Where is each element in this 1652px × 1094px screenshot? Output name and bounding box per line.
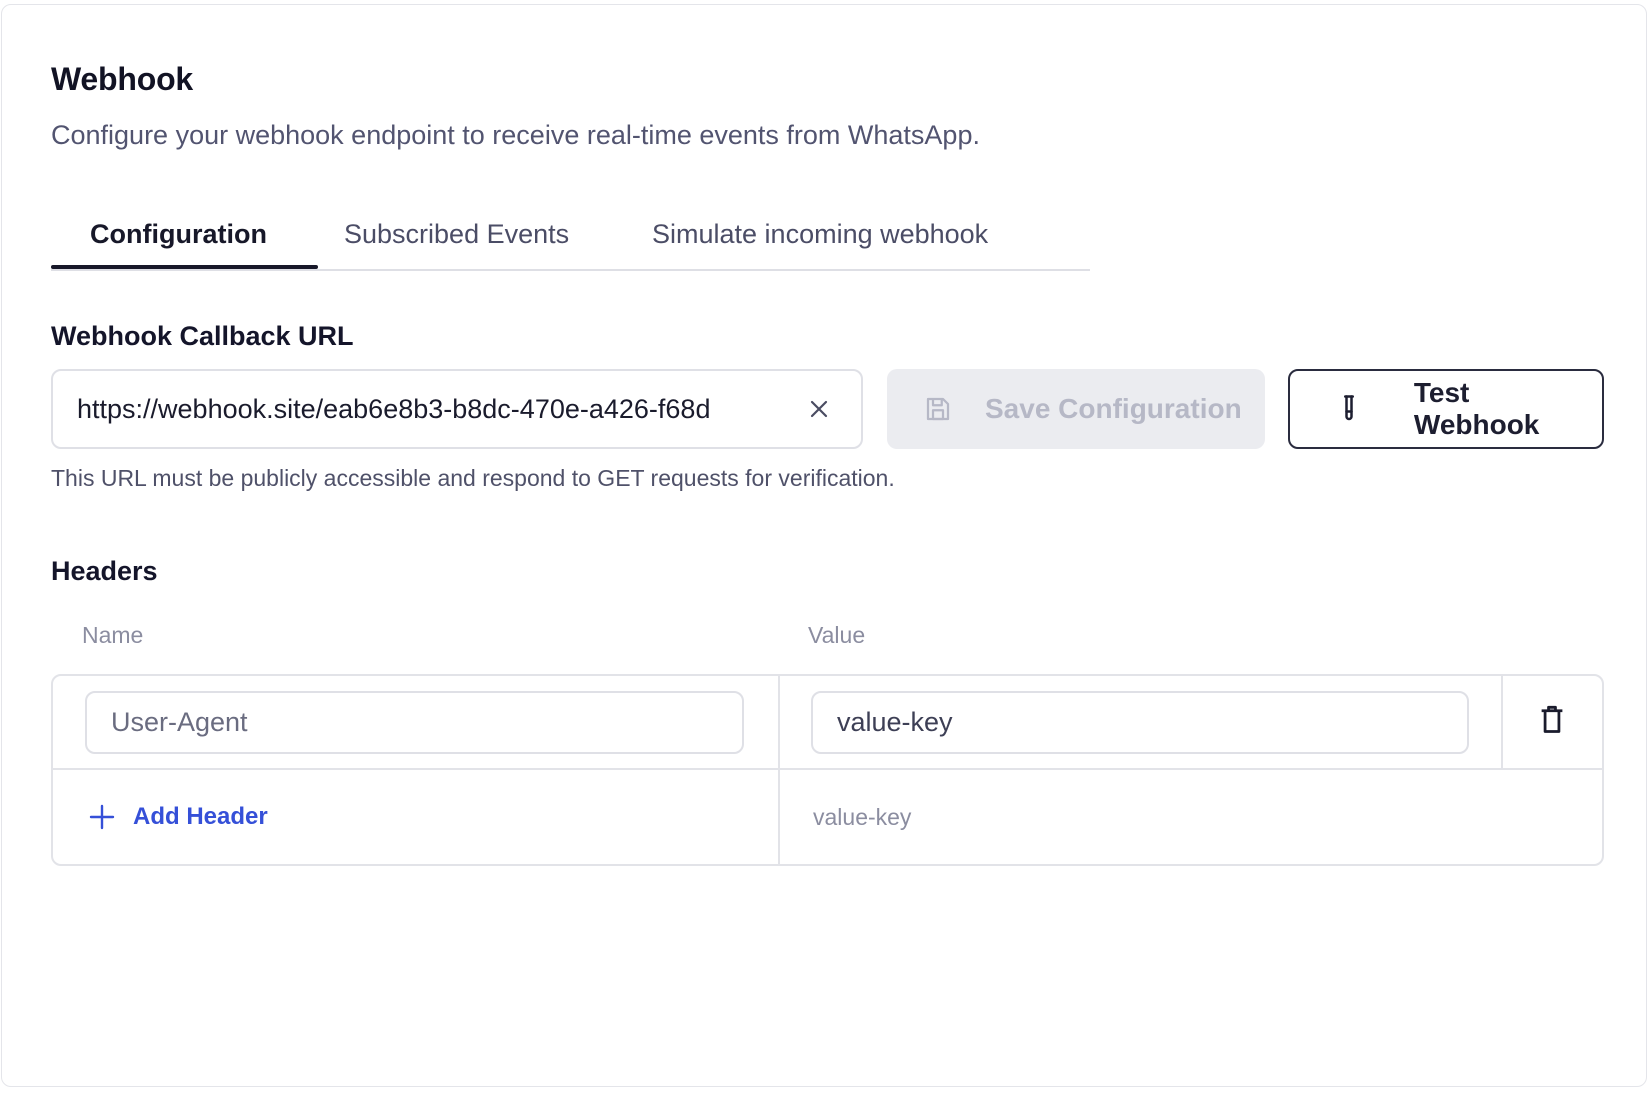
tab-simulate-incoming-webhook[interactable]: Simulate incoming webhook xyxy=(652,219,988,250)
delete-header-button[interactable] xyxy=(1502,676,1602,768)
webhook-card: Webhook Configure your webhook endpoint … xyxy=(1,4,1647,1087)
active-tab-indicator xyxy=(51,265,318,269)
tab-subscribed-events[interactable]: Subscribed Events xyxy=(344,219,569,250)
column-header-name: Name xyxy=(82,622,144,648)
headers-label: Headers xyxy=(51,556,158,586)
new-header-value-placeholder[interactable]: value-key xyxy=(813,770,911,864)
test-webhook-button[interactable]: Test Webhook xyxy=(1288,369,1604,449)
save-configuration-button[interactable]: Save Configuration xyxy=(887,369,1265,449)
add-header-button[interactable]: Add Header xyxy=(87,770,268,864)
tab-bar: Configuration Subscribed Events Simulate… xyxy=(51,215,1090,271)
save-configuration-label: Save Configuration xyxy=(985,393,1242,424)
callback-url-value[interactable]: https://webhook.site/eab6e8b3-b8dc-470e-… xyxy=(77,394,789,425)
close-icon[interactable] xyxy=(801,391,837,427)
column-divider xyxy=(778,676,780,864)
tab-configuration[interactable]: Configuration xyxy=(90,219,267,250)
callback-url-input[interactable]: https://webhook.site/eab6e8b3-b8dc-470e-… xyxy=(51,369,863,449)
test-tube-icon xyxy=(1332,392,1366,426)
test-webhook-label: Test Webhook xyxy=(1413,377,1540,440)
floppy-disk-icon xyxy=(921,392,955,426)
headers-table: User-Agent value-key Add Header value-ke… xyxy=(51,674,1604,866)
page-subtitle: Configure your webhook endpoint to recei… xyxy=(51,120,980,150)
page-title: Webhook xyxy=(51,61,194,97)
header-name-input[interactable]: User-Agent xyxy=(85,691,744,754)
callback-url-helper: This URL must be publicly accessible and… xyxy=(51,465,895,491)
trash-icon xyxy=(1538,705,1566,740)
callback-url-label: Webhook Callback URL xyxy=(51,321,354,351)
add-header-label: Add Header xyxy=(133,803,268,830)
header-value-input[interactable]: value-key xyxy=(811,691,1469,754)
plus-icon xyxy=(87,802,117,832)
column-header-value: Value xyxy=(808,622,866,648)
